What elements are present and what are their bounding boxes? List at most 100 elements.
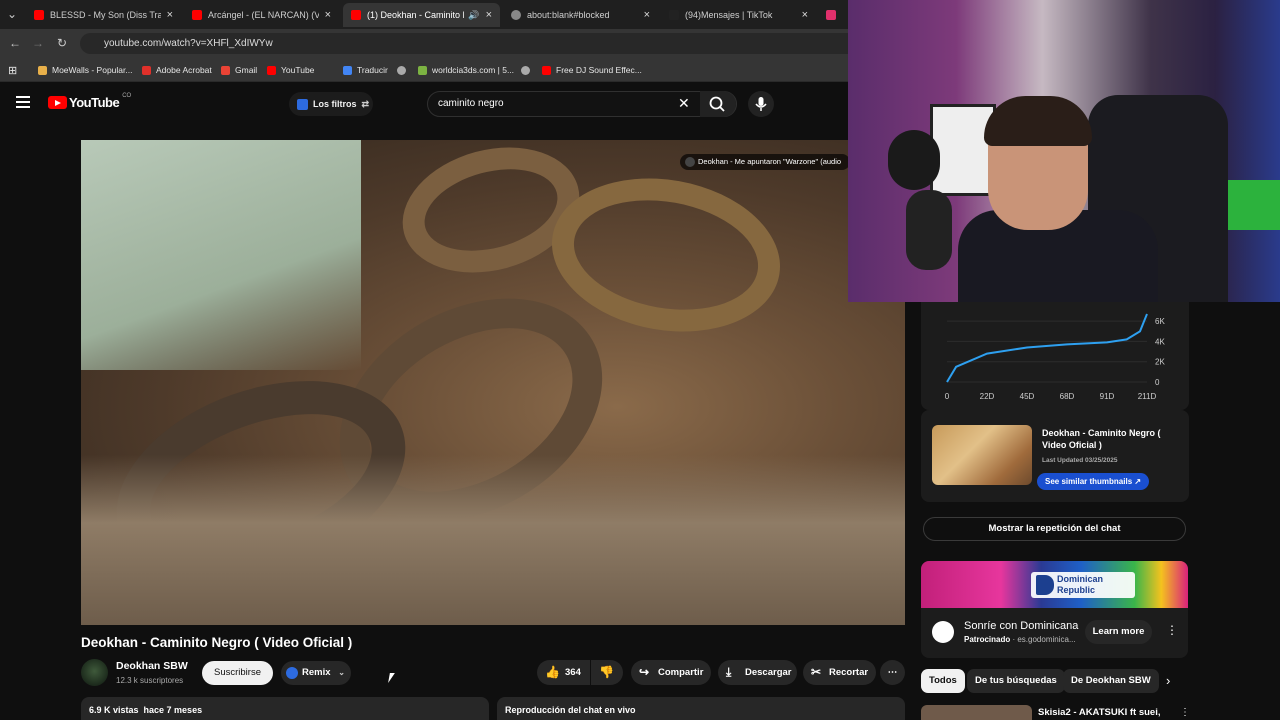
youtube-icon — [34, 10, 44, 20]
search-input[interactable]: caminito negro — [427, 91, 737, 117]
close-icon[interactable]: × — [802, 9, 808, 21]
more-options-icon[interactable]: ⋮ — [1180, 707, 1190, 718]
bookmark-acrobat[interactable]: Adobe Acrobat — [142, 63, 212, 77]
chart-x-tick-label: 45D — [1020, 392, 1035, 401]
webcam-person-hair — [984, 96, 1092, 146]
more-options-icon[interactable]: ⋮ — [1166, 623, 1178, 637]
microphone-icon — [755, 97, 767, 111]
bookmark-icon — [418, 65, 427, 75]
gmail-icon — [221, 65, 230, 75]
channel-avatar[interactable] — [81, 659, 108, 686]
bookmark-youtube[interactable]: YouTube — [267, 63, 314, 77]
webcam-wall-frame — [930, 104, 996, 196]
chart-x-tick-label: 211D — [1138, 392, 1157, 401]
browser-tab[interactable]: about:blank#blocked × — [503, 3, 658, 27]
clip-button[interactable]: ✂ Recortar — [803, 660, 876, 685]
globe-icon — [511, 10, 521, 20]
live-chat-replay-panel[interactable]: Reproducción del chat en vivo — [497, 697, 905, 720]
scissors-icon: ✂ — [811, 665, 822, 679]
remix-button[interactable]: Remix ⌄ — [281, 661, 351, 685]
chart-x-tick-label: 0 — [945, 392, 950, 401]
search-button[interactable] — [700, 91, 736, 117]
browser-tab-active[interactable]: (1) Deokhan - Caminito Ne 🔊 × — [343, 3, 500, 27]
learn-more-button[interactable]: Learn more — [1085, 620, 1152, 644]
bookmark-globe[interactable] — [521, 63, 535, 77]
views-graph-card: 6K 4K 2K 0 0 22D 45D 68D 91D 211D — [921, 302, 1189, 410]
video-title: Deokhan - Caminito Negro ( Video Oficial… — [81, 635, 353, 650]
close-icon[interactable]: × — [644, 9, 650, 21]
chip-todos[interactable]: Todos — [921, 669, 965, 693]
sponsored-ad-card[interactable]: Dominican Republic Sonríe con Dominicana… — [921, 561, 1188, 658]
more-actions-button[interactable]: ⋯ — [880, 660, 905, 685]
dislike-button[interactable]: 👎 — [591, 660, 623, 685]
apps-icon[interactable]: ⊞ — [8, 63, 17, 77]
bookmark-moewalls[interactable]: MoeWalls - Popular... — [38, 63, 132, 77]
video-player[interactable] — [81, 140, 905, 625]
subscribe-button[interactable]: Suscribirse — [202, 661, 273, 685]
video-frame-background — [81, 140, 361, 370]
share-button[interactable]: ↪ Compartir — [631, 660, 711, 685]
reload-icon[interactable]: ↻ — [54, 35, 70, 51]
acrobat-icon — [142, 65, 151, 75]
close-icon[interactable]: × — [167, 9, 173, 21]
bookmark-traducir[interactable]: Traducir — [343, 63, 388, 77]
chip-from-channel[interactable]: De Deokhan SBW — [1063, 669, 1159, 693]
description-box[interactable]: 6.9 K vistas hace 7 meses — [81, 697, 489, 720]
recommended-thumbnail[interactable] — [921, 705, 1032, 720]
bookmark-gmail[interactable]: Gmail — [221, 63, 257, 77]
chevron-right-icon[interactable]: › — [1166, 673, 1170, 688]
bookmark-worldcia[interactable]: worldcia3ds.com | 5... — [418, 63, 514, 77]
dominican-logo-icon — [1036, 575, 1054, 595]
thumbs-up-icon: 👍 — [545, 665, 560, 679]
browser-tab[interactable]: (5 — [818, 3, 848, 27]
remix-icon — [286, 667, 298, 679]
youtube-icon — [351, 10, 361, 20]
channel-name[interactable]: Deokhan SBW — [116, 660, 188, 672]
like-button[interactable]: 👍 364 — [537, 660, 590, 685]
streamer-webcam — [848, 0, 1280, 302]
ad-sponsored-line: Patrocinado · es.godominica... — [964, 635, 1076, 644]
tab-search-icon[interactable]: ⌄ — [4, 6, 20, 22]
filter-extension-icon — [297, 98, 308, 110]
video-thumbnail[interactable] — [932, 425, 1032, 485]
back-icon[interactable]: ← — [7, 35, 23, 51]
download-button[interactable]: ⤓ Descargar — [718, 660, 797, 685]
browser-tab[interactable]: Arcángel - (EL NARCAN) (Visua× — [184, 3, 339, 27]
youtube-icon — [542, 65, 551, 75]
close-icon[interactable]: × — [486, 9, 492, 21]
thumbs-down-icon: 👎 — [599, 665, 614, 679]
subscriber-count: 12.3 k suscriptores — [116, 676, 184, 685]
close-icon[interactable]: × — [325, 9, 331, 21]
filters-button[interactable]: Los filtros ⇄ — [289, 92, 373, 116]
chart-x-tick-label: 91D — [1100, 392, 1115, 401]
bookmark-dj-sounds[interactable]: Free DJ Sound Effec... — [542, 63, 642, 77]
youtube-play-icon — [48, 96, 67, 109]
instagram-icon — [826, 10, 836, 20]
chip-from-searches[interactable]: De tus búsquedas — [967, 669, 1065, 693]
recommended-video[interactable]: Skisia2 - AKATSUKI ft suei, ⋮ — [921, 705, 1190, 720]
chart-series-line — [946, 313, 1148, 383]
hamburger-menu-icon[interactable] — [16, 96, 30, 108]
youtube-logo[interactable]: YouTube CO — [48, 93, 131, 110]
video-overlay-suggestion[interactable]: Deokhan - Me apuntaron "Warzone" (audio — [680, 154, 850, 170]
ad-logo: Dominican Republic — [1031, 572, 1135, 598]
mouse-cursor — [388, 673, 395, 683]
voice-search-button[interactable] — [748, 91, 774, 117]
clear-search-icon[interactable]: ✕ — [678, 95, 690, 112]
ad-banner[interactable]: Dominican Republic — [921, 561, 1188, 608]
speaker-icon[interactable]: 🔊 — [468, 10, 479, 21]
webcam-green-light — [1228, 180, 1280, 230]
ad-title: Sonríe con Dominicana — [964, 620, 1079, 632]
bookmark-globe[interactable] — [397, 63, 411, 77]
browser-tab[interactable]: BLESSD - My Son (Diss Track fo× — [26, 3, 181, 27]
chevron-down-icon: ⌄ — [338, 668, 345, 677]
forward-icon[interactable]: → — [30, 35, 46, 51]
see-similar-thumbnails-button[interactable]: See similar thumbnails ↗ — [1037, 473, 1150, 490]
browser-tab[interactable]: (94)Mensajes | TikTok × — [661, 3, 816, 27]
globe-icon — [521, 65, 530, 75]
webcam-plush — [888, 130, 940, 190]
video-frame-ground — [81, 455, 905, 625]
show-chat-replay-button[interactable]: Mostrar la repetición del chat — [923, 517, 1186, 541]
chart-y-tick-label: 4K — [1155, 337, 1165, 346]
webcam-microphone — [906, 190, 952, 270]
